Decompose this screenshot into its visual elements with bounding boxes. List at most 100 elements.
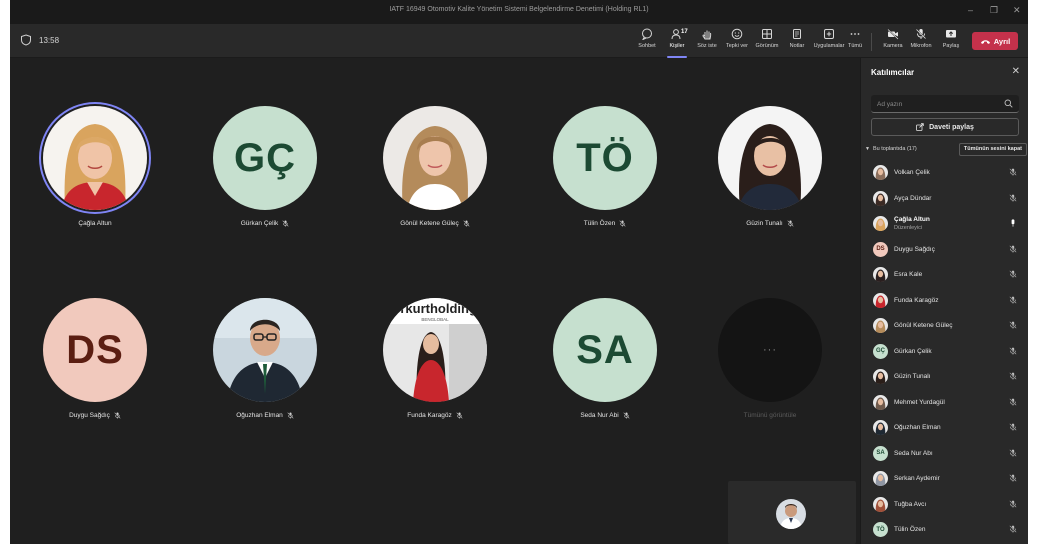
participant-row[interactable]: Gönül Ketene Güleç <box>861 313 1028 339</box>
mute-all-button[interactable]: Tümünün sesini kapat <box>958 143 1027 156</box>
avatar <box>873 190 888 206</box>
minimize-icon[interactable]: – <box>968 5 973 15</box>
share-link-icon <box>916 123 924 131</box>
mic-off-icon <box>1009 372 1017 380</box>
close-window-icon[interactable]: ✕ <box>1013 5 1021 16</box>
participant-name: Funda Karagöz <box>360 412 510 419</box>
participant-row[interactable]: Mehmet Yurdagül <box>861 390 1028 416</box>
avatar: GÇ <box>873 343 888 359</box>
participant-tile[interactable]: DS Duygu Sağdıç <box>40 298 150 438</box>
title-bar: IATF 16949 Otomotiv Kalite Yönetim Siste… <box>10 0 1028 24</box>
avatar <box>873 267 888 282</box>
more-button[interactable]: Tümü <box>838 28 872 54</box>
participant-row[interactable]: Ayça Dündar <box>861 186 1028 212</box>
participant-row[interactable]: TÖ Tülin Özen <box>861 517 1028 543</box>
participant-name-text: Tülin Özen <box>583 220 616 228</box>
people-count: 17 <box>681 29 688 35</box>
participant-list: Volkan Çelik Ayça Dündar Çağla Altun Düzenl… <box>861 160 1028 543</box>
more-label: Tümü <box>847 43 863 49</box>
participant-row[interactable]: Serkan Aydemir <box>861 466 1028 492</box>
view-button[interactable]: Görünüm <box>750 28 784 54</box>
avatar-initials: SA <box>876 450 885 456</box>
mic-off-icon <box>114 412 121 419</box>
close-panel-icon[interactable]: ✕ <box>1012 66 1020 77</box>
mic-off-icon <box>1009 244 1017 253</box>
participant-row[interactable]: Volkan Çelik <box>861 160 1028 186</box>
participant-list-name: Mehmet Yurdagül <box>894 398 945 406</box>
mic-off-icon <box>1009 168 1017 176</box>
hang-up-icon <box>980 39 990 44</box>
participant-name: Gönül Ketene Güleç <box>360 220 510 227</box>
participant-row[interactable]: Esra Kale <box>861 262 1028 288</box>
raise-hand-button[interactable]: Söz iste <box>690 28 724 54</box>
participant-row[interactable]: GÇ Gürkan Çelik <box>861 339 1028 365</box>
participant-row[interactable]: DS Duygu Sağdıç <box>861 237 1028 263</box>
participant-row[interactable]: Güzin Tunalı <box>861 364 1028 390</box>
chat-button[interactable]: Sohbet <box>630 28 664 54</box>
holding-logo-sub: BENGLOBAL <box>421 317 449 322</box>
mic-off-icon <box>287 412 294 419</box>
participant-row[interactable]: Çağla Altun Düzenleyici <box>861 211 1028 237</box>
notes-button[interactable]: Notlar <box>780 28 814 54</box>
chat-icon <box>642 28 652 40</box>
participant-tile[interactable]: TÖ Tülin Özen <box>550 106 660 246</box>
participant-tile[interactable]: Oğuzhan Elman <box>210 298 320 438</box>
share-button[interactable]: Paylaş <box>934 28 968 54</box>
participant-name-text: Seda Nur Abi <box>580 412 619 420</box>
leave-button[interactable]: Ayrıl <box>972 32 1018 50</box>
avatar-initials: GÇ <box>234 135 296 180</box>
maximize-icon[interactable]: ❐ <box>990 5 998 16</box>
avatar-initials: DS <box>876 246 885 252</box>
shield-icon <box>21 34 31 46</box>
avatar <box>873 216 888 231</box>
avatar <box>873 496 888 512</box>
mic-button[interactable]: Mikrofon <box>904 28 938 54</box>
participant-photo <box>43 106 147 210</box>
participant-role: Düzenleyici <box>894 225 923 231</box>
participant-row[interactable]: Oğuzhan Elman <box>861 415 1028 441</box>
participant-tile[interactable]: Gönül Ketene Güleç <box>380 106 490 246</box>
avatar: TÖ <box>873 522 888 537</box>
participant-name: Tülin Özen <box>530 220 680 227</box>
mic-off-icon <box>456 412 463 419</box>
avatar <box>873 420 888 435</box>
participant-list-name: Serkan Aydemir <box>894 475 940 482</box>
avatar-initials: DS <box>66 327 124 372</box>
participant-row[interactable]: SA Seda Nur Abı <box>861 441 1028 467</box>
participant-row[interactable]: Funda Karagöz <box>861 288 1028 314</box>
view-all-tile[interactable]: ··· Tümünü görüntüle <box>715 298 825 438</box>
share-invite-button[interactable]: Daveti paylaş <box>871 118 1019 136</box>
share-label: Paylaş <box>942 43 960 49</box>
self-view[interactable] <box>728 481 856 544</box>
avatar-initials: TÖ <box>876 526 885 533</box>
react-label: Tepki ver <box>725 43 748 49</box>
participant-tile[interactable]: GÇ Gürkan Çelik <box>210 106 320 246</box>
participant-name-text: Gürkan Çelik <box>240 220 279 228</box>
avatar <box>873 369 888 384</box>
participant-tile[interactable]: erkurtholding BENGLOBAL Funda Karagöz <box>380 298 490 438</box>
participant-name: Güzin Tunalı <box>695 220 845 227</box>
participant-tile[interactable]: SA Seda Nur Abi <box>550 298 660 438</box>
mic-off-icon <box>282 220 289 227</box>
people-button[interactable]: 17 Kişiler <box>660 28 694 58</box>
participant-row[interactable]: Tuğba Avcı <box>861 492 1028 518</box>
participant-list-name: Esra Kale <box>894 271 923 278</box>
mic-off-icon <box>915 28 927 40</box>
mic-off-icon <box>1009 525 1017 533</box>
participant-initials-avatar: SA <box>553 298 657 402</box>
avatar: SA <box>873 445 888 461</box>
avatar-initials: SA <box>576 327 634 372</box>
participant-list-name: Seda Nur Abı <box>894 449 933 457</box>
mic-off-icon <box>1009 295 1017 304</box>
chevron-down-icon[interactable]: ▼ <box>865 146 870 152</box>
participant-tile[interactable]: Güzin Tunalı <box>715 106 825 246</box>
participant-tile[interactable]: Çağla Altun <box>40 106 150 246</box>
mic-off-icon <box>623 412 630 419</box>
participant-initials-avatar: GÇ <box>213 106 317 210</box>
mic-off-icon <box>1009 193 1017 202</box>
react-button[interactable]: Tepki ver <box>720 28 754 54</box>
more-dots: ··· <box>763 344 777 356</box>
participant-search <box>871 95 1019 113</box>
search-input[interactable] <box>877 97 997 111</box>
mic-off-icon <box>787 220 794 227</box>
